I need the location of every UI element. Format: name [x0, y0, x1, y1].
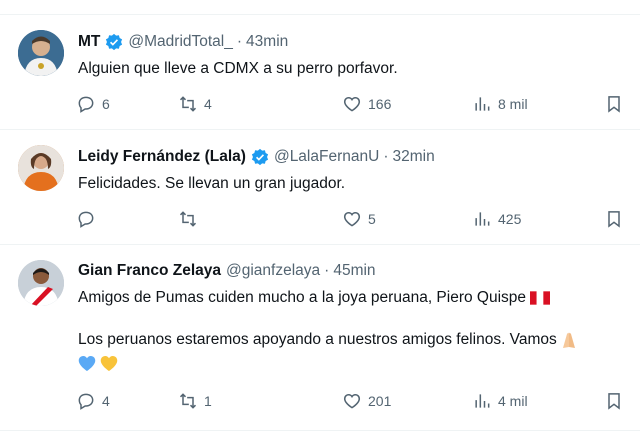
views-button[interactable]: 425: [472, 208, 521, 230]
bookmark-icon: [608, 211, 620, 228]
views-button[interactable]: 8 mil: [472, 93, 528, 115]
peru-flag-icon: [530, 291, 551, 305]
timeline-feed: MT @MadridTotal_ · 43min Alguien que lle…: [0, 0, 640, 431]
post-text-line-1: Amigos de Pumas cuiden mucho a la joya p…: [78, 287, 551, 308]
avatar[interactable]: [18, 30, 64, 76]
action-bar: 4 1 201 4 mil: [76, 390, 626, 412]
reply-icon: [78, 96, 94, 113]
bookmark-button[interactable]: [604, 93, 624, 115]
repost-icon: [179, 211, 197, 227]
praying-hands-icon: [563, 332, 576, 348]
like-icon: [343, 211, 361, 227]
repost-button[interactable]: 1: [178, 390, 212, 412]
avatar[interactable]: [18, 145, 64, 191]
repost-icon: [179, 96, 197, 112]
views-icon: [475, 212, 490, 226]
reply-button[interactable]: 4: [76, 390, 110, 412]
post-text: Los peruanos estaremos apoyando a nuestr…: [78, 331, 557, 348]
reply-icon: [78, 393, 94, 410]
like-count: 166: [368, 96, 392, 112]
post[interactable]: Leidy Fernández (Lala) @LalaFernanU · 32…: [0, 130, 640, 245]
bookmark-button[interactable]: [604, 208, 624, 230]
yellow-heart-icon: [101, 356, 118, 372]
reply-count: 4: [102, 393, 110, 409]
verified-badge-icon: [106, 33, 123, 51]
like-count: 201: [368, 393, 392, 409]
separator-dot: ·: [383, 148, 389, 165]
post[interactable]: MT @MadridTotal_ · 43min Alguien que lle…: [0, 15, 640, 130]
views-icon: [475, 394, 490, 408]
verified-badge-icon: [251, 148, 269, 166]
post-text: Amigos de Pumas cuiden mucho a la joya p…: [78, 289, 527, 306]
repost-count: 1: [204, 393, 212, 409]
like-icon: [343, 96, 361, 112]
reply-icon: [78, 211, 94, 228]
post-time[interactable]: 32min: [392, 148, 434, 166]
author-handle[interactable]: @MadridTotal_: [128, 33, 232, 51]
post-text: Felicidades. Se llevan un gran jugador.: [78, 175, 346, 192]
bookmark-button[interactable]: [604, 390, 624, 412]
views-count: 8 mil: [498, 96, 528, 112]
separator-dot: ·: [236, 33, 243, 50]
repost-count: 4: [204, 96, 212, 112]
action-bar: 6 4 166 8 mil: [76, 93, 626, 115]
top-divider: [0, 0, 640, 15]
views-icon: [475, 97, 490, 111]
author-handle[interactable]: @LalaFernanU: [274, 148, 379, 166]
post-header: Gian Franco Zelaya @gianfzelaya · 45min: [78, 261, 376, 281]
views-count: 425: [498, 211, 522, 227]
post-time[interactable]: 43min: [246, 33, 288, 51]
author-handle[interactable]: @gianfzelaya: [226, 262, 320, 280]
like-count: 5: [368, 211, 376, 227]
bookmark-icon: [608, 96, 620, 113]
post-text: Alguien que lleve a CDMX a su perro porf…: [78, 60, 398, 77]
post-emojis: [78, 353, 118, 374]
repost-button[interactable]: 4: [178, 93, 212, 115]
like-button[interactable]: 5: [342, 208, 376, 230]
reply-button[interactable]: 6: [76, 93, 110, 115]
like-icon: [343, 393, 361, 409]
avatar[interactable]: [18, 260, 64, 306]
author-name[interactable]: Gian Franco Zelaya: [78, 262, 221, 280]
reply-button[interactable]: [76, 208, 102, 230]
views-count: 4 mil: [498, 393, 528, 409]
post-text-line-2: Los peruanos estaremos apoyando a nuestr…: [78, 329, 577, 350]
blue-heart-icon: [78, 356, 96, 372]
author-name[interactable]: Leidy Fernández (Lala): [78, 148, 246, 166]
post-header: Leidy Fernández (Lala) @LalaFernanU · 32…: [78, 147, 435, 167]
repost-button[interactable]: [178, 208, 204, 230]
post-header: MT @MadridTotal_ · 43min: [78, 32, 288, 52]
action-bar: 5 425: [76, 208, 626, 230]
post-time[interactable]: 45min: [333, 262, 375, 280]
post[interactable]: Gian Franco Zelaya @gianfzelaya · 45min …: [0, 245, 640, 431]
like-button[interactable]: 166: [342, 93, 391, 115]
separator-dot: ·: [324, 262, 330, 279]
like-button[interactable]: 201: [342, 390, 391, 412]
reply-count: 6: [102, 96, 110, 112]
views-button[interactable]: 4 mil: [472, 390, 528, 412]
author-name[interactable]: MT: [78, 33, 100, 51]
bookmark-icon: [608, 393, 620, 410]
repost-icon: [179, 393, 197, 409]
